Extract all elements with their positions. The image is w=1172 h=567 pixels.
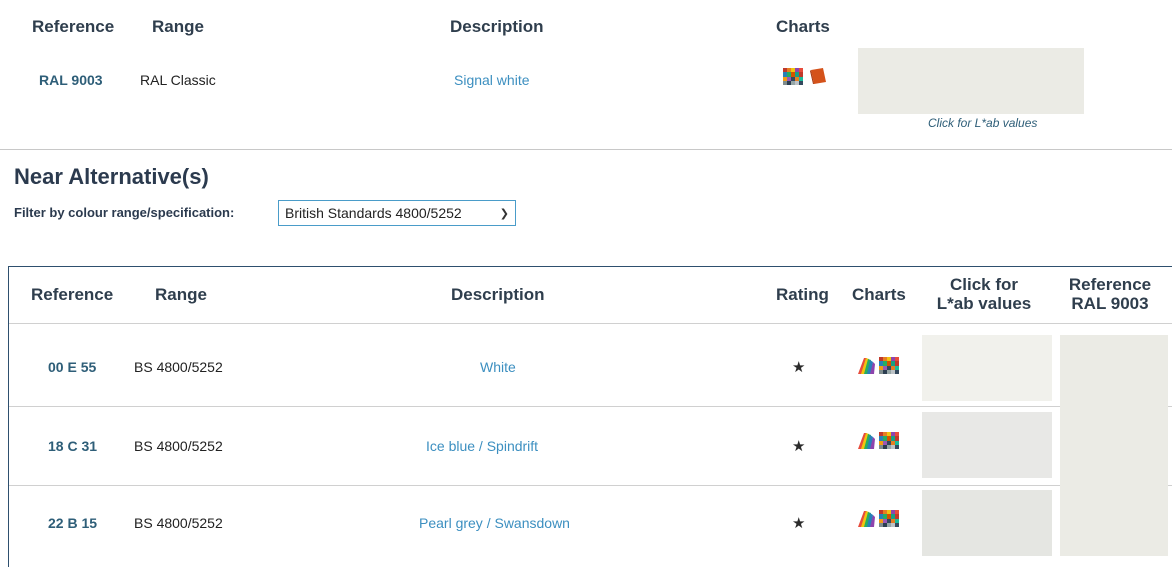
alt-header-reference-ral: Reference RAL 9003 bbox=[1058, 275, 1162, 313]
alt-header-range: Range bbox=[155, 285, 207, 304]
alt-header-reference: Reference bbox=[31, 285, 114, 304]
colour-fan-icon[interactable] bbox=[856, 510, 876, 528]
alt-reference[interactable]: 00 E 55 bbox=[48, 359, 96, 375]
filter-label: Filter by colour range/specification: bbox=[14, 205, 235, 220]
filter-select[interactable]: British Standards 4800/5252 ❯ bbox=[278, 200, 516, 226]
alt-header-lab: Click for L*ab values bbox=[928, 275, 1040, 313]
alt-swatch[interactable] bbox=[922, 490, 1052, 556]
alt-swatch[interactable] bbox=[922, 335, 1052, 401]
alt-range: BS 4800/5252 bbox=[134, 359, 223, 375]
header-description: Description bbox=[450, 17, 544, 36]
chevron-down-icon: ❯ bbox=[499, 207, 509, 220]
ral-9003-swatch bbox=[858, 48, 1084, 114]
reference-ral-9003-swatch bbox=[1060, 335, 1168, 556]
colour-grid-icon[interactable] bbox=[879, 357, 899, 374]
alt-description-link[interactable]: Pearl grey / Swansdown bbox=[419, 515, 570, 531]
colour-fan-icon[interactable] bbox=[856, 432, 876, 450]
alt-header-description: Description bbox=[451, 285, 545, 304]
ral-reference[interactable]: RAL 9003 bbox=[39, 72, 103, 88]
section-title: Near Alternative(s) bbox=[14, 164, 209, 189]
alt-reference[interactable]: 22 B 15 bbox=[48, 515, 97, 531]
section-divider bbox=[0, 149, 1172, 150]
colour-grid-icon[interactable] bbox=[879, 432, 899, 449]
alt-range: BS 4800/5252 bbox=[134, 515, 223, 531]
colour-grid-icon[interactable] bbox=[879, 510, 899, 527]
header-charts: Charts bbox=[776, 17, 830, 36]
row-divider bbox=[9, 323, 1172, 324]
alt-header-ref-line1: Reference bbox=[1068, 275, 1152, 294]
alt-header-lab-line2: L*ab values bbox=[936, 294, 1032, 313]
ral-description-link[interactable]: Signal white bbox=[454, 72, 530, 88]
filter-selected-value: British Standards 4800/5252 bbox=[285, 205, 462, 221]
star-icon: ★ bbox=[792, 515, 806, 532]
lab-values-link[interactable]: Click for L*ab values bbox=[928, 116, 1037, 130]
row-divider bbox=[9, 485, 1172, 486]
alt-description-link[interactable]: Ice blue / Spindrift bbox=[426, 438, 538, 454]
ral-range: RAL Classic bbox=[140, 72, 216, 88]
alt-description-link[interactable]: White bbox=[480, 359, 516, 375]
alt-header-charts: Charts bbox=[852, 285, 906, 304]
alt-header-rating: Rating bbox=[776, 285, 829, 304]
alt-swatch[interactable] bbox=[922, 412, 1052, 478]
header-range: Range bbox=[152, 17, 204, 36]
alt-header-ref-line2: RAL 9003 bbox=[1071, 294, 1149, 313]
alt-header-lab-line1: Click for bbox=[949, 275, 1019, 294]
alt-range: BS 4800/5252 bbox=[134, 438, 223, 454]
row-divider bbox=[9, 406, 1172, 407]
colour-book-icon[interactable] bbox=[808, 67, 828, 85]
alt-reference[interactable]: 18 C 31 bbox=[48, 438, 97, 454]
header-reference: Reference bbox=[32, 17, 115, 36]
colour-grid-icon[interactable] bbox=[783, 68, 803, 85]
star-icon: ★ bbox=[792, 359, 806, 376]
colour-fan-icon[interactable] bbox=[856, 357, 876, 375]
star-icon: ★ bbox=[792, 438, 806, 455]
